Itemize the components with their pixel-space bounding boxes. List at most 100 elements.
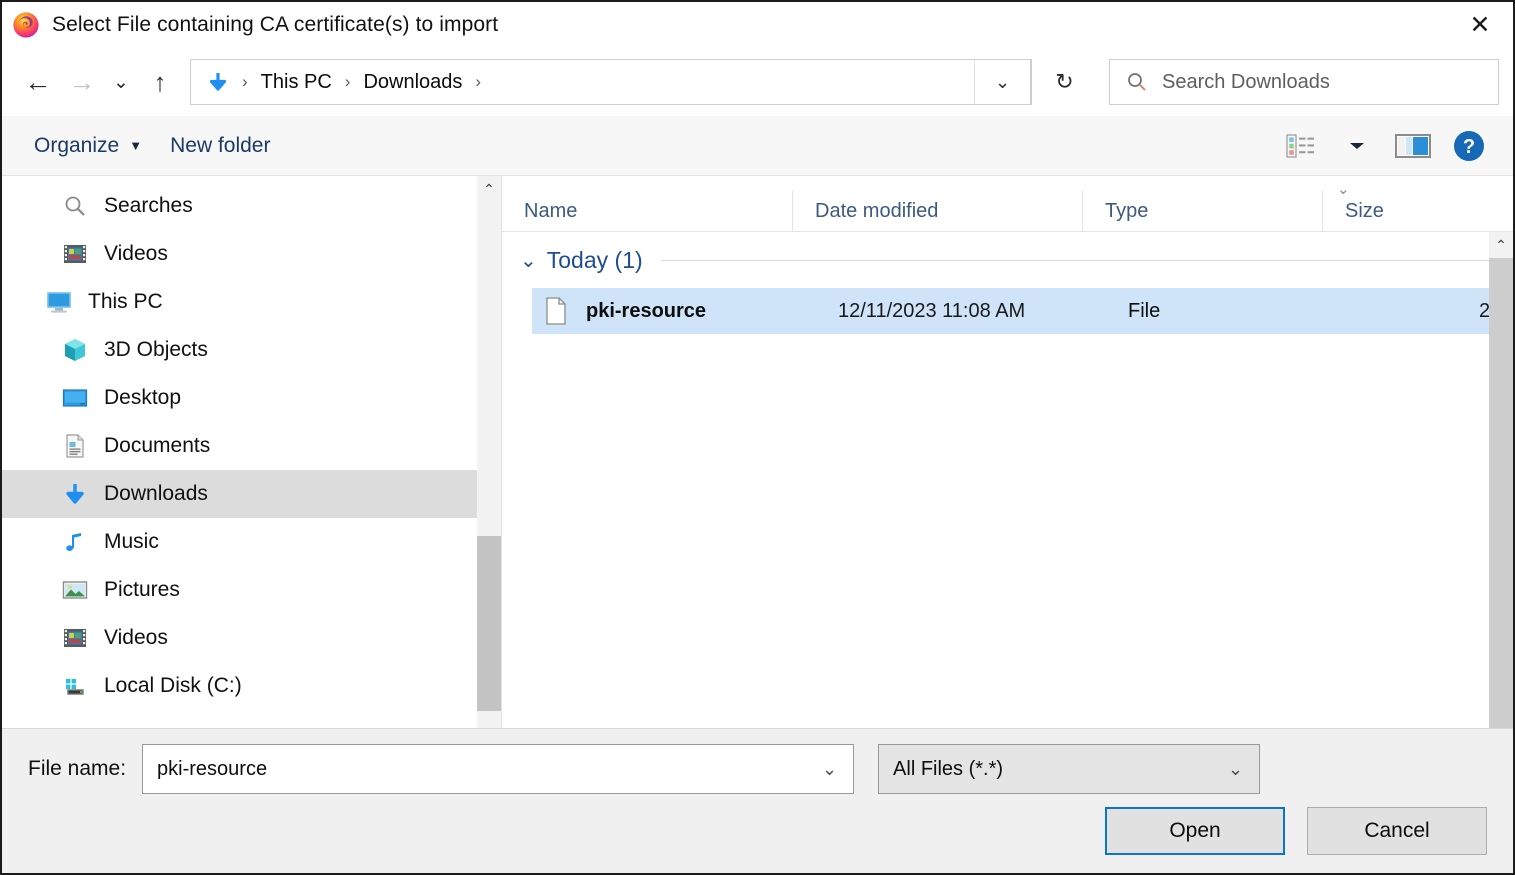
- sidebar-item-videos[interactable]: Videos: [2, 230, 501, 278]
- search-input[interactable]: Search Downloads: [1162, 71, 1330, 94]
- sidebar-item-label: Searches: [104, 194, 193, 217]
- refresh-icon[interactable]: ↻: [1031, 59, 1097, 105]
- navigation-bar: ← → ⌄ ↑ › This PC › Downloads › ⌄ ↻ Sear…: [2, 48, 1513, 116]
- group-header-today[interactable]: ⌄ Today (1): [502, 232, 1513, 288]
- breadcrumb-separator: ›: [242, 72, 248, 91]
- sidebar-item-label: This PC: [88, 290, 163, 313]
- sidebar-item-label: Documents: [104, 434, 211, 457]
- close-icon[interactable]: ✕: [1447, 3, 1513, 47]
- videos-folder-icon: [60, 239, 90, 269]
- local-disk-icon: [60, 671, 90, 701]
- desktop-icon: [60, 383, 90, 413]
- search-icon: [1126, 71, 1150, 93]
- search-folder-icon: [60, 191, 90, 221]
- chevron-down-icon: ▼: [129, 138, 143, 153]
- sidebar-item-label: Pictures: [104, 578, 180, 601]
- sidebar-item-music[interactable]: Music: [2, 518, 501, 566]
- file-open-dialog: Select File containing CA certificate(s)…: [0, 0, 1515, 875]
- sidebar-item-downloads[interactable]: Downloads: [2, 470, 501, 518]
- search-box[interactable]: Search Downloads: [1109, 59, 1499, 105]
- dialog-title: Select File containing CA certificate(s)…: [52, 13, 499, 36]
- breadcrumb: › This PC › Downloads ›: [191, 69, 974, 95]
- sidebar-item-videos-2[interactable]: Videos: [2, 614, 501, 662]
- column-header-name[interactable]: Name: [502, 191, 792, 231]
- address-bar[interactable]: › This PC › Downloads › ⌄: [190, 59, 1031, 105]
- file-date-modified: 12/11/2023 11:08 AM: [838, 299, 1026, 322]
- sidebar-item-documents[interactable]: Documents: [2, 422, 501, 470]
- breadcrumb-separator: ›: [475, 72, 482, 91]
- sort-indicator-icon: ⌄: [1337, 181, 1350, 198]
- cancel-button[interactable]: Cancel: [1307, 807, 1487, 855]
- chevron-down-icon[interactable]: ⌄: [520, 248, 537, 273]
- this-pc-icon: [44, 287, 74, 317]
- sidebar-item-label: Music: [104, 530, 159, 553]
- firefox-logo-icon: [12, 11, 40, 39]
- view-options-chevron-down-icon[interactable]: [1331, 124, 1383, 168]
- forward-button[interactable]: →: [60, 60, 104, 104]
- file-name-input[interactable]: pki-resource ⌄: [142, 744, 855, 794]
- folder-tree: Searches Videos This PC 3D Objects Deskt…: [2, 176, 501, 710]
- chevron-down-icon[interactable]: ⌄: [974, 60, 1030, 104]
- file-name-value: pki-resource: [157, 757, 268, 780]
- action-buttons: Open Cancel: [28, 807, 1487, 855]
- breadcrumb-separator: ›: [344, 72, 351, 91]
- chevron-down-icon[interactable]: ⌄: [806, 759, 853, 780]
- pictures-icon: [60, 575, 90, 605]
- toolbar-right-group: ?: [1275, 124, 1495, 168]
- column-headers: Name Date modified Type Size ⌄: [502, 176, 1513, 232]
- dialog-body: Searches Videos This PC 3D Objects Deskt…: [2, 176, 1513, 728]
- dialog-footer: File name: pki-resource ⌄ All Files (*.*…: [2, 728, 1513, 873]
- filename-row: File name: pki-resource ⌄ All Files (*.*…: [28, 743, 1487, 795]
- file-list-pane: Name Date modified Type Size ⌄ ⌄ Today (…: [502, 176, 1513, 728]
- chevron-down-icon[interactable]: ⌄: [1212, 759, 1259, 780]
- svg-text:?: ?: [1463, 136, 1475, 158]
- sidebar-item-label: Videos: [104, 242, 168, 265]
- sidebar-item-label: Downloads: [104, 482, 208, 505]
- back-button[interactable]: ←: [16, 60, 60, 104]
- file-icon: [540, 297, 572, 325]
- 3d-objects-icon: [60, 335, 90, 365]
- recent-locations-button[interactable]: ⌄: [104, 60, 138, 104]
- sidebar-item-local-disk-c[interactable]: Local Disk (C:): [2, 662, 501, 710]
- file-type: File: [1128, 299, 1161, 322]
- organize-button[interactable]: Organize ▼: [20, 124, 156, 168]
- column-header-type[interactable]: Type: [1082, 191, 1322, 231]
- sidebar-item-desktop[interactable]: Desktop: [2, 374, 501, 422]
- file-name: pki-resource: [586, 299, 707, 322]
- help-icon[interactable]: ?: [1443, 124, 1495, 168]
- file-list: ⌄ Today (1) pki-resource 12/11/2023 11:0…: [502, 232, 1513, 728]
- sidebar-item-pictures[interactable]: Pictures: [2, 566, 501, 614]
- preview-pane-icon[interactable]: [1387, 124, 1439, 168]
- sidebar-item-label: Local Disk (C:): [104, 674, 242, 697]
- sidebar-scrollbar[interactable]: ⌃: [477, 176, 501, 728]
- group-header-label: Today (1): [546, 246, 643, 273]
- table-row[interactable]: pki-resource 12/11/2023 11:08 AM File 2 …: [532, 288, 1513, 334]
- organize-label: Organize: [34, 133, 120, 157]
- videos-folder-icon: [60, 623, 90, 653]
- sidebar-item-searches[interactable]: Searches: [2, 182, 501, 230]
- file-type-select[interactable]: All Files (*.*) ⌄: [878, 744, 1261, 794]
- file-list-scrollbar[interactable]: ⌃: [1489, 232, 1513, 728]
- file-type-value: All Files (*.*): [893, 757, 1004, 780]
- open-button[interactable]: Open: [1105, 807, 1285, 855]
- sidebar-item-label: Desktop: [104, 386, 182, 409]
- scroll-up-icon[interactable]: ⌃: [477, 176, 501, 202]
- breadcrumb-item-this-pc[interactable]: This PC: [259, 71, 334, 94]
- sidebar-item-3d-objects[interactable]: 3D Objects: [2, 326, 501, 374]
- scroll-up-icon[interactable]: ⌃: [1489, 232, 1513, 258]
- new-folder-button[interactable]: New folder: [156, 124, 284, 168]
- navigation-sidebar: Searches Videos This PC 3D Objects Deskt…: [2, 176, 502, 728]
- column-header-size[interactable]: Size: [1322, 191, 1513, 231]
- sidebar-item-label: Videos: [104, 626, 168, 649]
- up-button[interactable]: ↑: [138, 60, 182, 104]
- breadcrumb-item-downloads[interactable]: Downloads: [361, 71, 464, 94]
- view-options-icon[interactable]: [1275, 124, 1327, 168]
- group-divider: [660, 259, 1499, 261]
- downloads-arrow-icon: [205, 69, 231, 95]
- documents-icon: [60, 431, 90, 461]
- scrollbar-thumb[interactable]: [477, 536, 501, 711]
- downloads-icon: [60, 479, 90, 509]
- title-bar: Select File containing CA certificate(s)…: [2, 2, 1513, 48]
- column-header-date-modified[interactable]: Date modified: [792, 191, 1082, 231]
- sidebar-item-this-pc[interactable]: This PC: [2, 278, 501, 326]
